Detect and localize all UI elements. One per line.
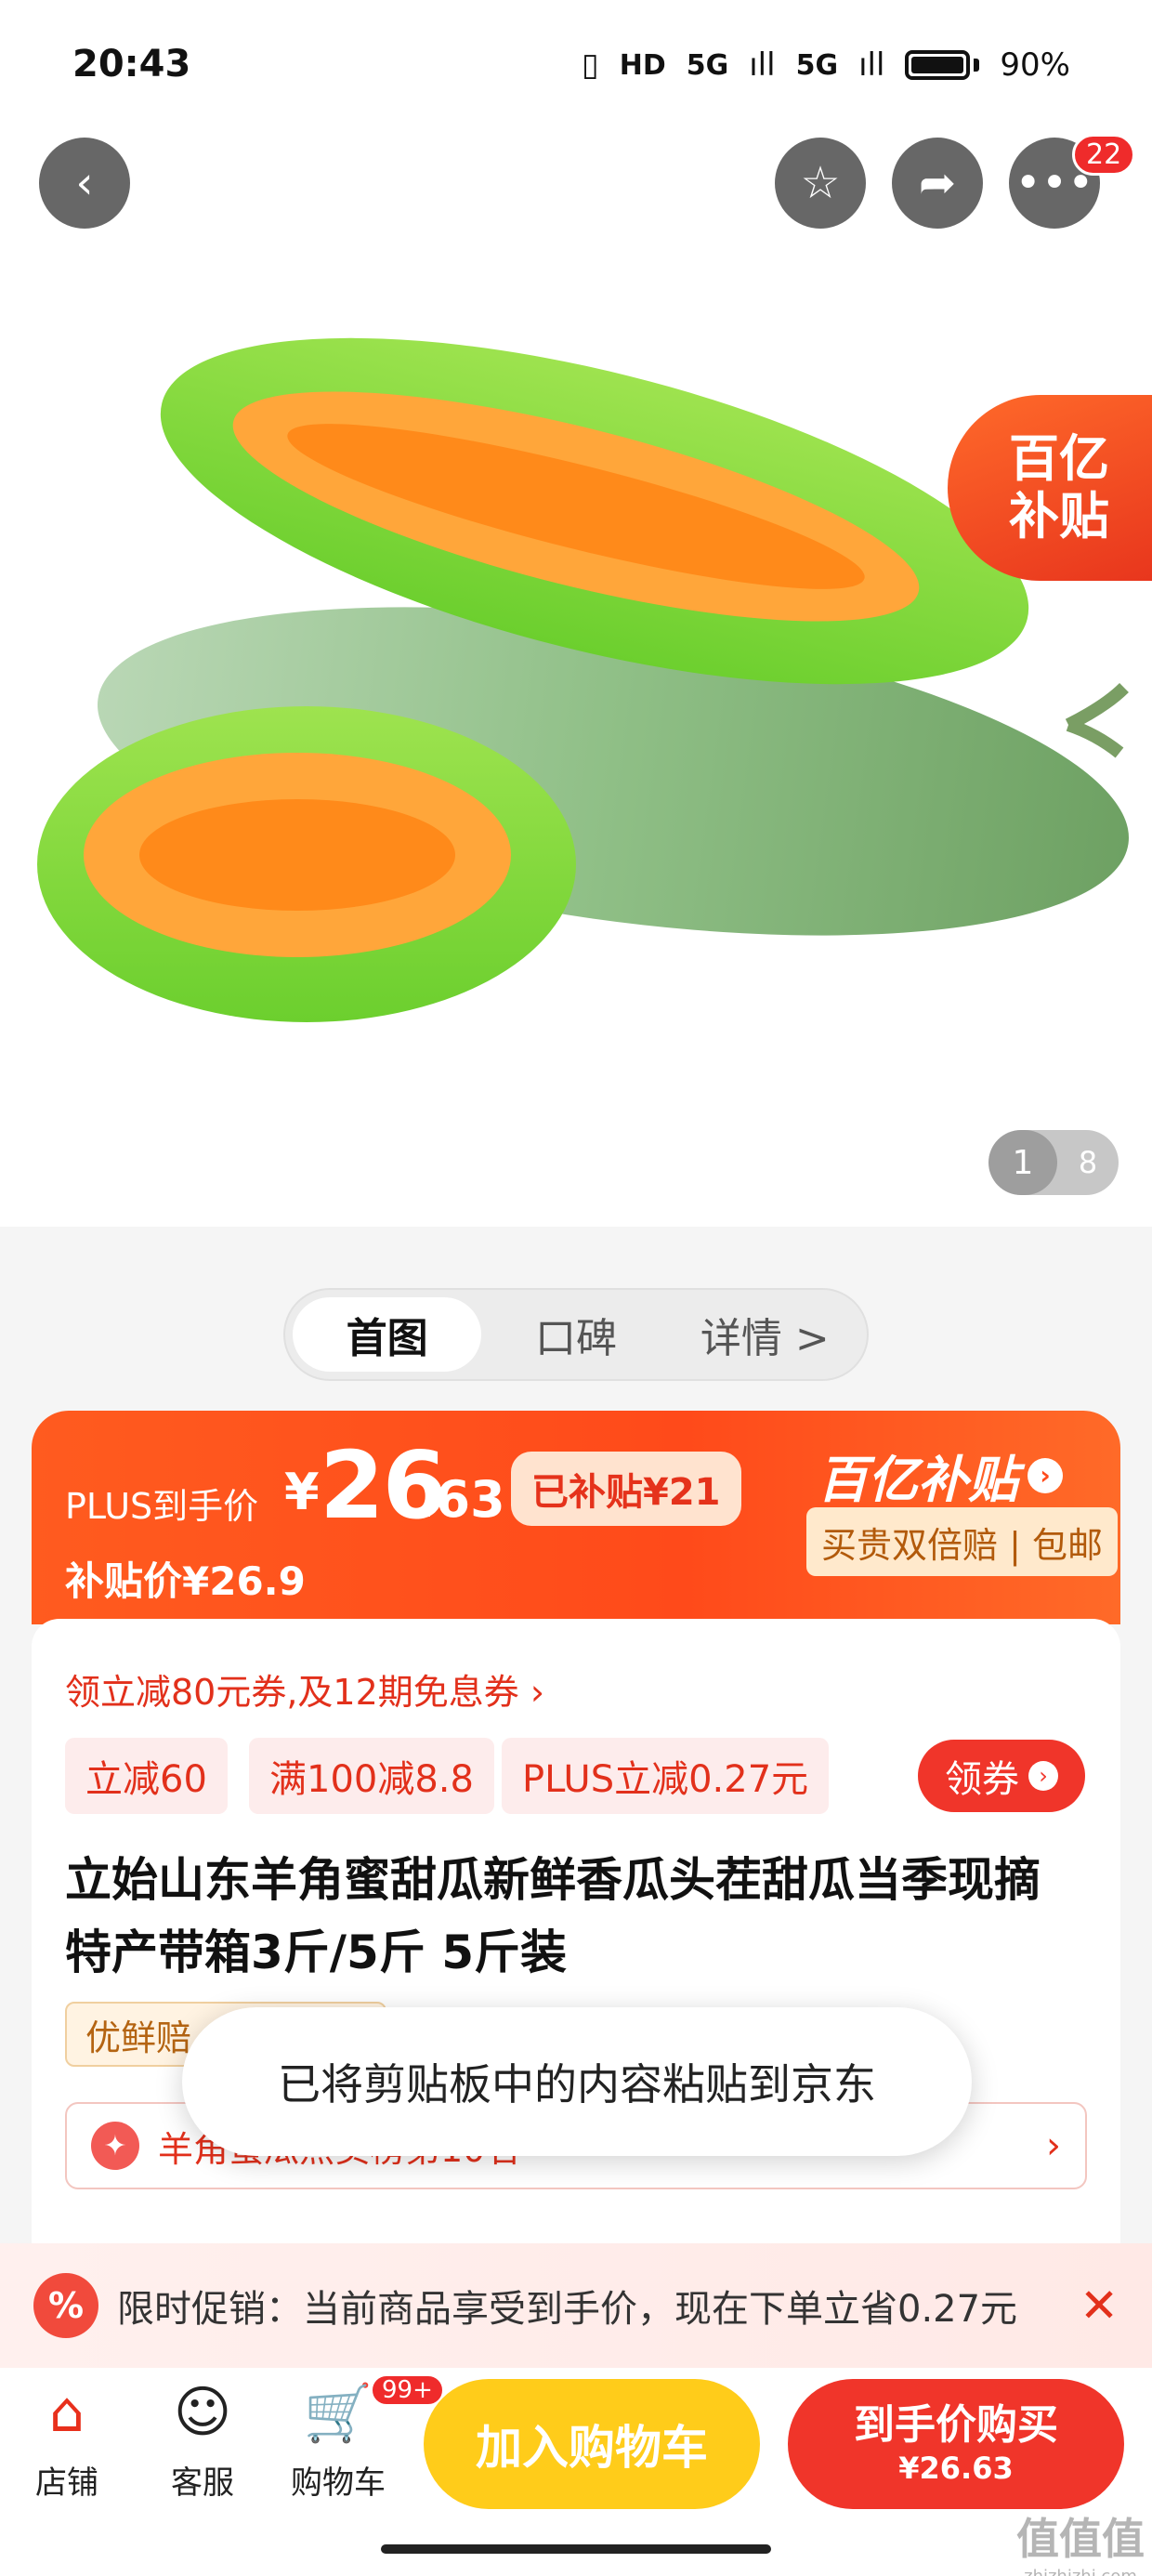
coupon-tag: 立减60 [65, 1738, 228, 1814]
battery-percent: 90% [1000, 46, 1070, 84]
coupon-link[interactable]: 领立减80元券,及12期免息券 › [65, 1663, 544, 1715]
buy-now-price: ¥26.63 [898, 2451, 1014, 2487]
store-icon: ⌂ [48, 2380, 85, 2445]
clipboard-toast: 已将剪贴板中的内容粘贴到京东 [182, 2007, 972, 2156]
chevron-left-icon: ‹ [75, 157, 94, 209]
buy-now-label: 到手价购买 [854, 2401, 1058, 2450]
notification-badge: 22 [1072, 134, 1136, 176]
vibrate-icon: ▯ [582, 46, 599, 84]
customer-service-label: 客服 [171, 2464, 234, 2502]
subsidy-brand-link[interactable]: 百亿补贴 › [818, 1439, 1063, 1512]
star-icon: ☆ [800, 157, 841, 209]
signal-5g-icon-2: 5G [795, 48, 839, 82]
product-image-carousel[interactable]: 百亿 补贴 [0, 130, 1152, 1227]
product-title: 立始山东羊角蜜甜瓜新鲜香瓜头茬甜瓜当季现摘特产带箱3斤/5斤 5斤装 [65, 1853, 1041, 1979]
home-indicator[interactable] [381, 2544, 771, 2554]
promo-text: 限时促销：当前商品享受到手价，现在下单立省0.27元 [117, 2288, 1018, 2331]
favorite-button[interactable]: ☆ [775, 138, 866, 229]
subsidy-price: 补贴价¥26.9 [65, 1558, 306, 1604]
product-image [37, 337, 1129, 1022]
subsidized-amount: 已补贴¥21 [511, 1452, 741, 1526]
promo-banner[interactable]: % 限时促销：当前商品享受到手价，现在下单立省0.27元 ✕ [0, 2243, 1152, 2368]
hd-icon: HD [619, 48, 666, 82]
cart-icon: 🛒 99+ [304, 2373, 445, 2446]
share-icon: ➦ [918, 157, 957, 209]
cart-button[interactable]: 🛒 99+ 购物车 [282, 2373, 445, 2503]
chevron-right-icon: › [1028, 1761, 1058, 1791]
subsidy-badge: 百亿 补贴 [948, 395, 1152, 581]
media-tabs: 首图 口碑 详情 > [283, 1288, 869, 1381]
add-to-cart-button[interactable]: 加入购物车 [424, 2379, 760, 2509]
battery-tip [974, 59, 980, 72]
plus-price-label: PLUS到手价 [65, 1486, 259, 1527]
battery-icon [905, 50, 971, 80]
price-currency: ¥ [284, 1463, 320, 1521]
customer-service-button[interactable]: ☺ 客服 [147, 2379, 258, 2503]
chevron-right-icon: › [1028, 1457, 1063, 1493]
medal-icon: ✦ [91, 2122, 139, 2170]
coupon-tag: PLUS立减0.27元 [502, 1738, 830, 1814]
back-button[interactable]: ‹ [39, 138, 130, 229]
share-button[interactable]: ➦ [892, 138, 983, 229]
subsidy-brand-text: 百亿补贴 [818, 1451, 1018, 1509]
percent-icon: % [33, 2273, 98, 2338]
smiley-icon: ☺ [173, 2380, 232, 2445]
status-time: 20:43 [72, 43, 191, 85]
tab-details[interactable]: 详情 > [671, 1297, 859, 1372]
close-icon[interactable]: ✕ [1080, 2279, 1119, 2333]
signal-bars-icon-2: ıll [858, 46, 885, 84]
tab-main-image[interactable]: 首图 [293, 1297, 482, 1372]
store-button[interactable]: ⌂ 店铺 [11, 2379, 123, 2503]
page-current: 1 [988, 1130, 1057, 1195]
cart-badge: 99+ [370, 2373, 445, 2407]
price-decimal: .63 [416, 1470, 505, 1529]
guarantee-pill: 买贵双倍赔 | 包邮 [806, 1507, 1118, 1576]
watermark: 值值值 zhizhizhi.com [1016, 2514, 1145, 2576]
image-page-indicator: 1 8 [988, 1130, 1119, 1195]
status-icons: ▯ HD 5G ıll 5G ıll 90% [582, 46, 1070, 84]
cart-label: 购物车 [291, 2464, 386, 2502]
store-label: 店铺 [35, 2464, 98, 2502]
signal-5g-icon: 5G [686, 48, 729, 82]
get-coupon-button[interactable]: 领券 › [918, 1740, 1085, 1812]
coupon-tag: 满100减8.8 [249, 1738, 494, 1814]
tab-reviews[interactable]: 口碑 [481, 1297, 670, 1372]
signal-bars-icon: ıll [749, 46, 776, 84]
buy-now-button[interactable]: 到手价购买 ¥26.63 [788, 2379, 1124, 2509]
chevron-right-icon: › [1046, 2124, 1061, 2167]
